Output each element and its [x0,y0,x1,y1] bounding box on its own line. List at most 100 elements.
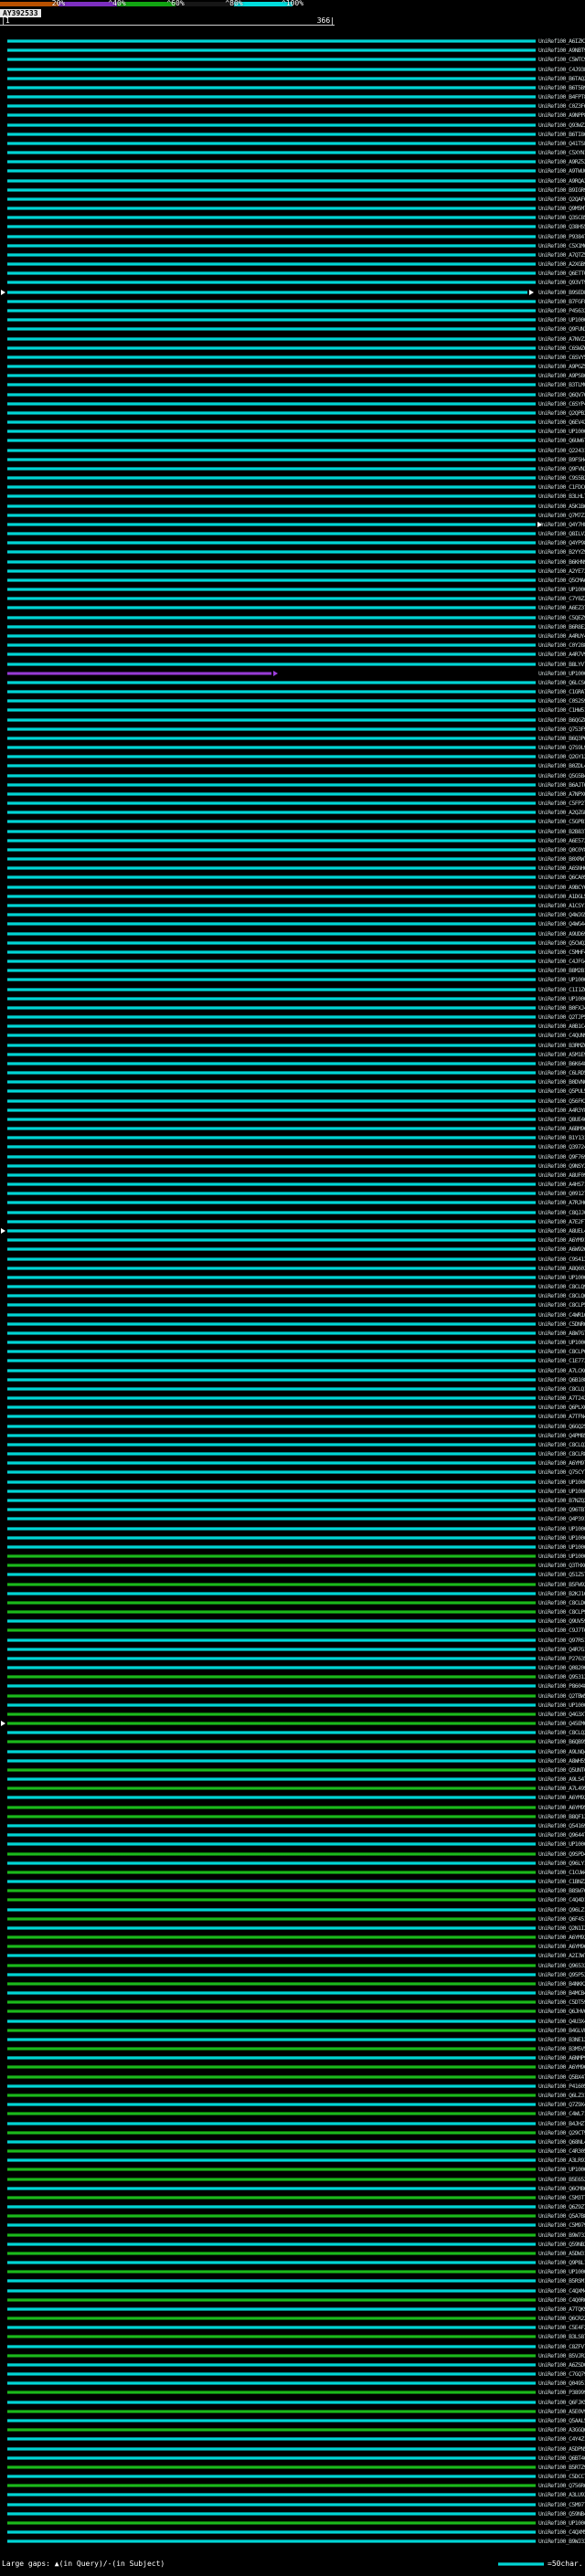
alignment-bar[interactable] [7,1294,536,1299]
alignment-bar[interactable] [7,2409,536,2413]
alignment-bar[interactable] [7,978,536,982]
hit-id[interactable]: UniRef100_A6YM91 [538,1236,585,1245]
alignment-bar[interactable] [7,624,536,629]
hit-id[interactable]: UniRef100_C7Y8Z3 [538,595,585,603]
alignment-bar[interactable] [7,1154,536,1159]
hit-id[interactable]: UniRef100_UP1000... [538,1339,585,1347]
hit-id[interactable]: UniRef100_Q95313 [538,1673,585,1681]
hit-id[interactable]: UniRef100_C5DCC7 [538,2473,585,2481]
alignment-bar[interactable] [7,1052,536,1056]
hit-id[interactable]: UniRef100_C1BNZ2 [538,1878,585,1886]
hit-id[interactable]: UniRef100_C5X1M6 [538,242,585,250]
hit-id[interactable]: UniRef100_UP1000... [538,2268,585,2276]
hit-id[interactable]: UniRef100_B5FW92 [538,1581,585,1589]
alignment-bar[interactable] [7,327,536,332]
hit-id[interactable]: UniRef100_Q6F451 [538,1915,585,1924]
alignment-bar[interactable] [7,1898,536,1903]
hit-id[interactable]: UniRef100_C9J7T6 [538,1627,585,1635]
alignment-bar[interactable] [7,1647,536,1651]
hit-id[interactable]: UniRef100_A8UF09 [538,1171,585,1180]
hit-id[interactable]: UniRef100_Q4WJG5 [538,911,585,919]
alignment-bar[interactable] [7,1043,536,1047]
hit-id[interactable]: UniRef100_Q4G3X7 [538,1711,585,1719]
hit-id[interactable]: UniRef100_Q45EM0 [538,1720,585,1728]
alignment-bar[interactable] [7,894,536,898]
alignment-bar[interactable] [7,2158,536,2163]
alignment-bar[interactable] [7,95,536,100]
hit-id[interactable]: UniRef100_Q0C0Y8 [538,846,585,854]
alignment-bar[interactable] [7,1638,536,1642]
alignment-bar[interactable] [7,2037,536,2041]
hit-id[interactable]: UniRef100_C6SVY5 [538,354,585,362]
alignment-bar[interactable] [7,132,536,136]
alignment-bar[interactable] [7,1935,536,1940]
hit-id[interactable]: UniRef100_Q6GQ25 [538,1423,585,1431]
hit-id[interactable]: UniRef100_Q2QAF0 [538,196,585,204]
alignment-bar[interactable] [7,1749,536,1754]
alignment-bar[interactable] [7,1368,536,1373]
alignment-bar[interactable] [7,1954,536,1958]
hit-id[interactable]: UniRef100_A6EZ37 [538,604,585,612]
alignment-bar[interactable] [7,1210,536,1214]
alignment-bar[interactable] [7,522,536,526]
hit-id[interactable]: UniRef100_B8M2B1 [538,967,585,975]
hit-id[interactable]: UniRef100_C8QJJ0 [538,1209,585,1217]
alignment-bar[interactable] [7,885,536,889]
alignment-bar[interactable] [7,243,536,248]
hit-id[interactable]: UniRef100_Q6Z9Z7 [538,2203,585,2211]
alignment-bar[interactable] [7,1034,536,1038]
alignment-bar[interactable] [7,271,536,276]
alignment-bar[interactable] [7,225,536,229]
hit-id[interactable]: UniRef100_Q2TJP5 [538,1013,585,1022]
hit-id[interactable]: UniRef100_A5M1E9 [538,1051,585,1059]
hit-id[interactable]: UniRef100_UP1000... [538,2519,585,2528]
hit-id[interactable]: UniRef100_Q6EV42 [538,419,585,427]
hit-id[interactable]: UniRef100_Q95P53 [538,1971,585,1979]
alignment-bar[interactable] [7,1442,536,1447]
hit-id[interactable]: UniRef100_A6IZK3 [538,37,585,46]
alignment-bar[interactable] [7,996,536,1001]
alignment-bar[interactable] [7,1600,536,1605]
hit-id[interactable]: UniRef100_B6QB95 [538,1738,585,1746]
hit-id[interactable]: UniRef100_Q4R7G1 [538,1646,585,1654]
hit-id[interactable]: UniRef100_UP1000... [538,1701,585,1710]
alignment-bar[interactable] [7,875,536,880]
alignment-bar[interactable] [7,1386,536,1391]
hit-id[interactable]: UniRef100_UP1000... [538,976,585,984]
alignment-bar[interactable] [7,1833,536,1838]
hit-id[interactable]: UniRef100_A7E2F7 [538,1218,585,1226]
alignment-bar[interactable] [7,1666,536,1670]
hit-id[interactable]: UniRef100_A1CSY1 [538,902,585,910]
hit-id[interactable]: UniRef100_A3LU93 [538,2491,585,2499]
hit-id[interactable]: UniRef100_A1DGL5 [538,893,585,901]
hit-id[interactable]: UniRef100_B9W733 [538,2231,585,2240]
hit-id[interactable]: UniRef100_B8LYV7 [538,661,585,669]
alignment-bar[interactable] [7,857,536,862]
hit-id[interactable]: UniRef100_UP1000... [538,1274,585,1282]
alignment-bar[interactable] [7,1916,536,1921]
alignment-bar[interactable] [7,410,536,415]
hit-id[interactable]: UniRef100_Q7M7Z3 [538,512,585,520]
alignment-bar[interactable] [7,829,536,833]
hit-id[interactable]: UniRef100_B3TLM0 [538,381,585,389]
alignment-bar[interactable] [7,1005,536,1010]
hit-id[interactable]: UniRef100_UP1000... [538,316,585,324]
alignment-bar[interactable] [7,2455,536,2460]
hit-id[interactable]: UniRef100_A9TWU0 [538,167,585,175]
hit-id[interactable]: UniRef100_A6SNH6 [538,864,585,873]
alignment-bar[interactable] [7,1814,536,1818]
hit-id[interactable]: UniRef100_Q29CT9 [538,2129,585,2137]
alignment-bar[interactable] [7,949,536,954]
hit-id[interactable]: UniRef100_C1FDC0 [538,483,585,492]
alignment-bar[interactable] [7,1452,536,1457]
hit-id[interactable]: UniRef100_Q9FUN3 [538,325,585,334]
hit-id[interactable]: UniRef100_Q38HS5 [538,223,585,231]
hit-id[interactable]: UniRef100_C8CLQ2 [538,1729,585,1737]
hit-id[interactable]: UniRef100_A9NPP8 [538,111,585,120]
alignment-bar[interactable] [7,476,536,481]
alignment-bar[interactable] [7,2214,536,2219]
hit-id[interactable]: UniRef100_Q6CM86 [538,2185,585,2193]
alignment-bar[interactable] [7,1767,536,1772]
hit-id[interactable]: UniRef100_Q22431 [538,447,585,455]
hit-id[interactable]: UniRef100_C5DT59 [538,1998,585,2007]
